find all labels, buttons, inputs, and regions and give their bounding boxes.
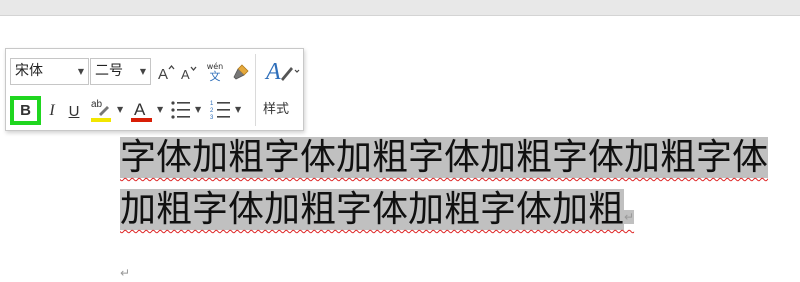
highlight-button[interactable]: ab	[90, 96, 114, 124]
svg-text:2: 2	[210, 108, 214, 114]
font-name-value: 宋体	[15, 63, 43, 79]
svg-text:ab: ab	[91, 99, 103, 110]
font-color-icon: A	[131, 100, 152, 122]
grow-font-button[interactable]: A	[156, 61, 176, 83]
svg-text:A: A	[158, 66, 168, 81]
underline-label: U	[68, 102, 80, 120]
styles-gallery-button[interactable]: A	[264, 57, 300, 85]
svg-text:A: A	[134, 100, 146, 119]
highlight-dropdown-icon[interactable]: ▼	[117, 105, 123, 114]
svg-text:1: 1	[210, 101, 214, 107]
italic-label: I	[49, 102, 55, 119]
font-name-combo[interactable]: 宋体 ▼	[10, 58, 89, 85]
font-color-dropdown-icon[interactable]: ▼	[157, 105, 163, 114]
ribbon-bottom-edge	[0, 0, 800, 16]
chevron-down-icon[interactable]: ▼	[140, 59, 146, 84]
styles-icon: A	[264, 59, 300, 85]
selected-text[interactable]: 字体加粗字体加粗字体加粗字体加粗字体	[120, 137, 769, 178]
empty-paragraph-mark[interactable]: ↵	[120, 266, 130, 280]
format-painter-button[interactable]	[230, 61, 252, 83]
chevron-down-icon[interactable]: ▼	[78, 59, 84, 84]
styles-label: 样式	[263, 102, 290, 117]
font-size-value: 二号	[95, 63, 123, 79]
mini-toolbar: 宋体 ▼ 二号 ▼ A A wén 文 A B I U ab ▼ A ▼ ▼ 1…	[5, 48, 304, 131]
selected-text-line-2[interactable]: 加粗字体加粗字体加粗字体加粗↵	[120, 187, 635, 237]
grow-font-icon: A	[158, 64, 175, 81]
bold-button[interactable]: B	[10, 96, 41, 125]
bold-label: B	[20, 102, 31, 119]
bullets-dropdown-icon[interactable]: ▼	[195, 105, 201, 114]
svg-text:3: 3	[210, 115, 214, 120]
numbered-list-icon: 1 2 3	[210, 101, 230, 120]
numbering-dropdown-icon[interactable]: ▼	[235, 105, 241, 114]
italic-button[interactable]: I	[43, 99, 61, 123]
toolbar-separator	[255, 54, 256, 126]
selected-text[interactable]: 加粗字体加粗字体加粗字体加粗	[120, 189, 625, 230]
bulleted-list-icon	[171, 101, 190, 119]
phonetic-guide-bottom: 文	[209, 69, 221, 83]
bullets-button[interactable]	[169, 98, 193, 122]
svg-text:A: A	[264, 59, 281, 85]
phonetic-guide-button[interactable]: wén 文	[204, 59, 226, 85]
underline-button[interactable]: U	[65, 99, 83, 123]
shrink-font-icon: A	[181, 66, 197, 81]
format-painter-icon	[233, 64, 249, 80]
font-color-button[interactable]: A	[130, 96, 154, 124]
shrink-font-button[interactable]: A	[179, 61, 199, 83]
numbering-button[interactable]: 1 2 3	[209, 98, 233, 122]
selected-text-line-1[interactable]: 字体加粗字体加粗字体加粗字体加粗字体	[120, 135, 800, 185]
svg-text:A: A	[181, 67, 190, 81]
highlighter-icon: ab	[91, 99, 111, 122]
paragraph-mark: ↵	[624, 210, 635, 224]
font-size-combo[interactable]: 二号 ▼	[90, 58, 151, 85]
